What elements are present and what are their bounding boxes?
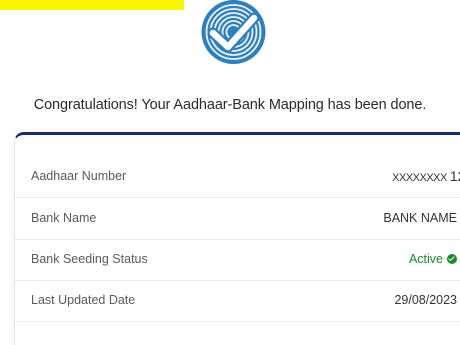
last-updated-value: 29/08/2023 [394, 293, 457, 307]
check-circle-icon [447, 254, 457, 264]
aadhaar-last-digits: 1234 [449, 168, 460, 184]
success-message: Congratulations! Your Aadhaar-Bank Mappi… [33, 97, 427, 113]
mapping-details-card: Aadhaar Number XXXXXXXX1234 Bank Name BA… [14, 132, 460, 345]
last-updated-label: Last Updated Date [31, 293, 136, 307]
detail-row-last-updated: Last Updated Date 29/08/2023 [15, 279, 460, 322]
detail-row-bank-name: Bank Name BANK NAME [15, 197, 460, 240]
highlight-bar [0, 0, 184, 10]
detail-row-seeding-status: Bank Seeding Status Active [15, 238, 460, 281]
detail-row-aadhaar-number: Aadhaar Number XXXXXXXX1234 [15, 155, 460, 198]
aadhaar-mask: XXXXXXXX [392, 172, 447, 184]
aadhaar-number-label: Aadhaar Number [31, 169, 127, 183]
bank-name-value: BANK NAME [383, 211, 457, 225]
fingerprint-check-icon [197, 0, 270, 68]
seeding-status-value: Active [409, 238, 457, 280]
status-text: Active [408, 252, 443, 266]
bank-name-label: Bank Name [31, 211, 97, 225]
aadhaar-number-value: XXXXXXXX1234 [392, 155, 460, 199]
seeding-status-label: Bank Seeding Status [31, 252, 148, 266]
